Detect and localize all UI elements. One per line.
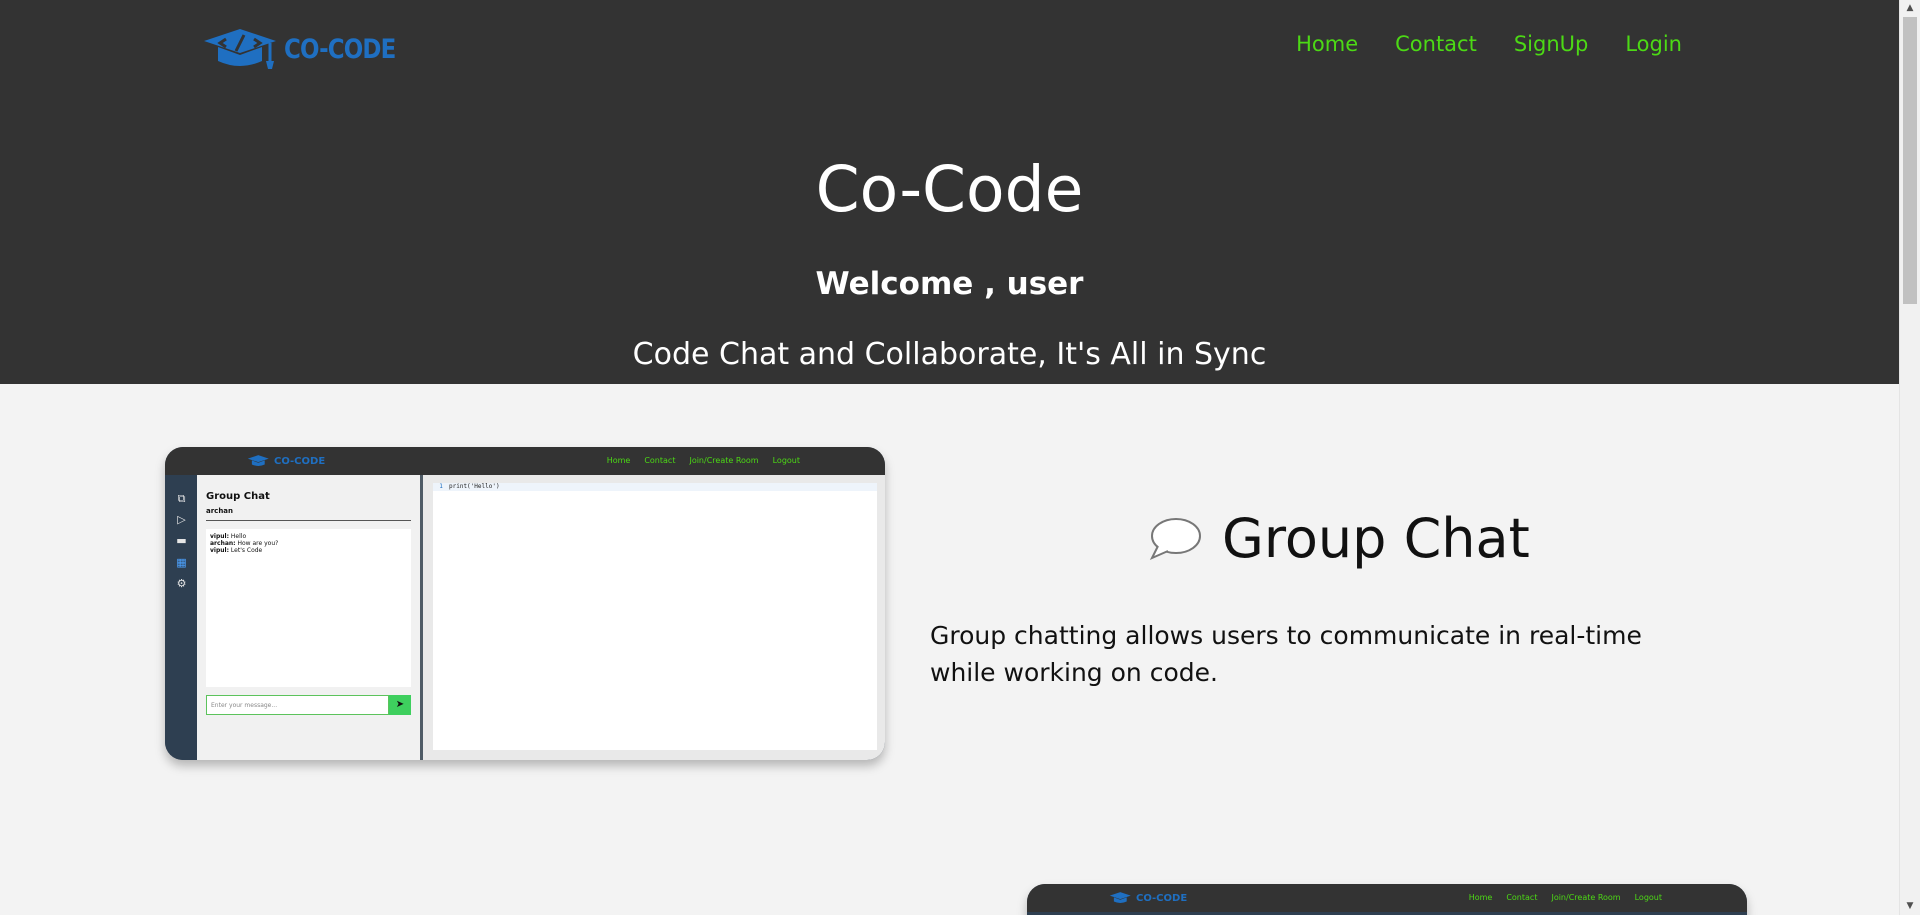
main-nav: Home Contact SignUp Login [1296,32,1682,56]
code-line: 1 print('Hello') [433,483,877,491]
preview-logo: CO-CODE [1107,891,1187,905]
nav-signup[interactable]: SignUp [1514,32,1589,56]
preview-chat-title: Group Chat [206,491,270,502]
scroll-up-arrow-icon[interactable]: ▲ [1900,0,1920,17]
preview-nav-contact: Contact [644,456,676,465]
logo[interactable]: CO-CODE [200,25,415,73]
welcome-text: Welcome , user [815,266,1084,302]
page-title: Co-Code [815,153,1084,226]
feature-title: Group Chat [1222,507,1530,570]
divider [206,520,411,521]
preview-sidebar: ⧉ ▷ ▬ ▦ ⚙ [165,475,197,760]
tagline: Code Chat and Collaborate, It's All in S… [632,337,1267,372]
preview-nav-home: Home [1468,893,1493,902]
copy-icon: ⧉ [177,492,186,505]
preview-logo-text: CO-CODE [274,455,326,467]
nav-login[interactable]: Login [1625,32,1682,56]
preview-nav: Home Contact Join/Create Room Logout [1469,893,1662,902]
preview-navbar: CO-CODE Home Contact Join/Create Room Lo… [165,447,885,475]
chat-message: archan: How are you? [210,540,279,547]
preview-nav-contact: Contact [1506,893,1538,902]
preview-code-panel: 1 print('Hello') [423,475,885,760]
settings-icon: ⚙ [176,577,187,590]
preview-nav-logout: Logout [772,456,800,465]
logo-text: CO-CODE [284,33,396,65]
nav-home[interactable]: Home [1296,32,1358,56]
graduation-cap-code-icon [1109,892,1131,903]
chat-message: vipul: Let's Code [210,547,263,554]
chat-message: vipul: Hello [210,533,247,540]
preview-navbar: CO-CODE Home Contact Join/Create Room Lo… [1027,884,1747,912]
group-chat-preview-image: CO-CODE Home Contact Join/Create Room Lo… [165,447,885,760]
preview-code-editor: 1 print('Hello') [433,483,877,750]
preview-chat-panel: Group Chat archan vipul: Hello archan: H… [197,475,423,760]
speech-bubble-icon [1149,517,1201,560]
preview-logo-text: CO-CODE [1136,892,1188,904]
preview-chat-user: archan [206,507,234,515]
chat-icon: ▬ [176,534,187,547]
preview-message-input: Enter your message... [206,695,389,715]
feature-heading: Group Chat [1148,507,1530,570]
second-preview-image: CO-CODE Home Contact Join/Create Room Lo… [1027,884,1747,915]
scrollbar-thumb[interactable] [1903,17,1917,304]
nav-contact[interactable]: Contact [1395,32,1477,56]
preview-logo: CO-CODE [245,454,325,468]
scroll-down-arrow-icon[interactable]: ▼ [1900,898,1920,915]
feature-description: Group chatting allows users to communica… [930,621,1642,687]
preview-chat-messages: vipul: Hello archan: How are you? vipul:… [206,529,411,687]
send-icon: ➤ [389,695,411,715]
preview-nav: Home Contact Join/Create Room Logout [607,456,800,465]
preview-nav-home: Home [606,456,631,465]
preview-nav-room: Join/Create Room [689,456,759,465]
preview-nav-logout: Logout [1634,893,1662,902]
preview-nav-room: Join/Create Room [1551,893,1621,902]
run-icon: ▷ [177,513,186,526]
hero-header: CO-CODE Home Contact SignUp Login Co-Cod… [0,0,1899,384]
graduation-cap-code-icon [247,455,269,466]
graduation-cap-code-icon [204,29,276,69]
users-icon: ▦ [176,556,187,569]
page-scrollbar[interactable]: ▲ ▼ [1899,0,1920,915]
